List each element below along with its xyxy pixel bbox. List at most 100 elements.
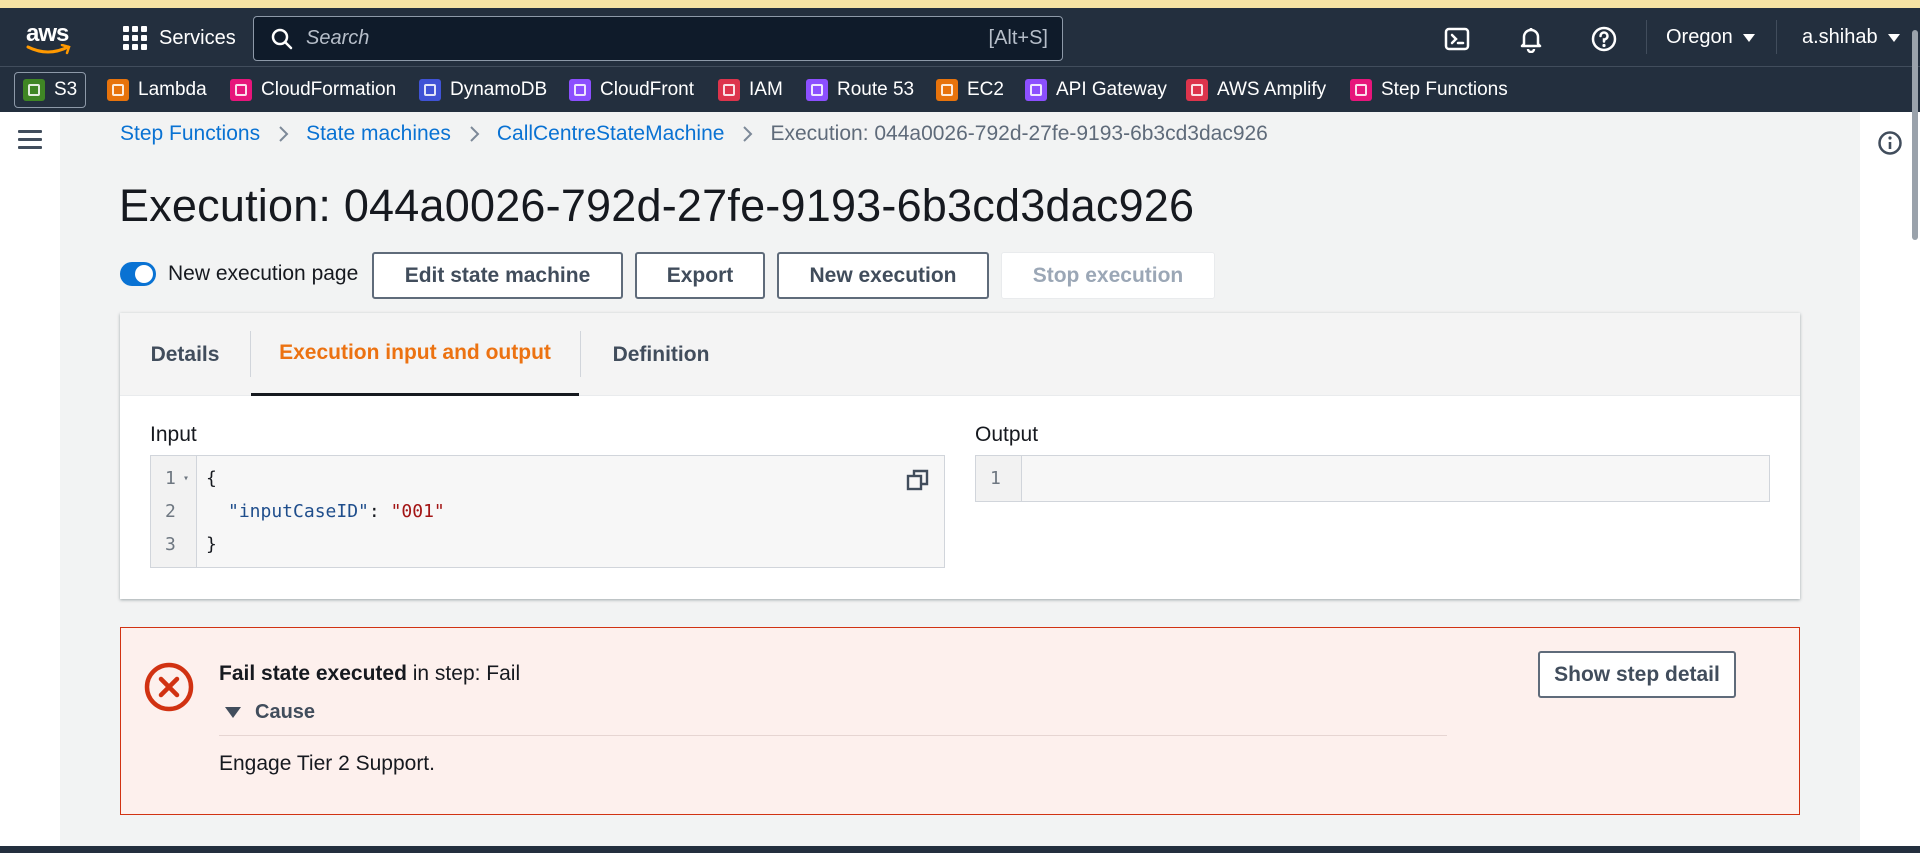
caret-down-icon	[1742, 33, 1755, 42]
tools-panel-rail	[1860, 112, 1920, 853]
services-menu-button[interactable]: Services	[123, 26, 236, 50]
favorites-bar: S3 Lambda CloudFormation DynamoDB CloudF…	[0, 66, 1920, 112]
output-code-editor[interactable]: 1	[975, 455, 1770, 502]
json-key: "inputCaseID"	[228, 501, 369, 522]
step-functions-icon	[1350, 79, 1372, 101]
nav-divider	[1776, 20, 1777, 54]
cause-text: Engage Tier 2 Support.	[219, 752, 435, 775]
stop-execution-button[interactable]: Stop execution	[1001, 252, 1215, 299]
search-box[interactable]: [Alt+S]	[253, 16, 1063, 61]
line-number: 1	[990, 468, 1001, 489]
new-execution-page-toggle-wrapper: New execution page	[120, 262, 358, 286]
amplify-icon	[1186, 79, 1208, 101]
page-scrollbar[interactable]	[1912, 30, 1918, 240]
favorite-ec2[interactable]: EC2	[928, 72, 1012, 108]
s3-icon	[23, 79, 45, 101]
toggle-knob	[135, 265, 153, 283]
favorite-aws-amplify[interactable]: AWS Amplify	[1178, 72, 1334, 108]
favorite-label: CloudFormation	[261, 79, 397, 100]
breadcrumb-state-machine[interactable]: CallCentreStateMachine	[497, 122, 725, 146]
nav-divider	[1646, 20, 1647, 54]
favorite-label: Step Functions	[1381, 79, 1508, 100]
new-execution-button[interactable]: New execution	[777, 252, 989, 299]
top-navigation: aws Services [Alt+S] Oregon	[0, 8, 1920, 66]
help-icon[interactable]	[1590, 25, 1618, 53]
code-line: {	[206, 468, 217, 489]
api-gateway-icon	[1025, 79, 1047, 101]
line-number-gutter: 1 ▾ 2 3	[151, 456, 197, 567]
favorite-s3[interactable]: S3	[14, 72, 87, 108]
caret-down-icon	[1887, 33, 1900, 42]
cause-label: Cause	[255, 701, 316, 723]
execution-tabs-panel: Details Execution input and output Defin…	[120, 313, 1800, 599]
search-shortcut-hint: [Alt+S]	[988, 27, 1048, 49]
json-separator: :	[368, 501, 391, 522]
favorite-label: S3	[54, 79, 78, 100]
alert-heading-bold: Fail state executed	[219, 662, 407, 685]
menu-icon[interactable]	[18, 130, 42, 150]
cause-divider	[219, 735, 1447, 736]
favorite-label: DynamoDB	[450, 79, 548, 100]
code-line: "inputCaseID": "001"	[228, 501, 445, 522]
favorite-cloudfront[interactable]: CloudFront	[561, 72, 702, 108]
search-icon	[271, 28, 293, 49]
favorite-label: API Gateway	[1056, 79, 1167, 100]
caret-down-icon	[225, 707, 241, 718]
lambda-icon	[107, 79, 129, 101]
favorite-step-functions[interactable]: Step Functions	[1342, 72, 1516, 108]
cloudformation-icon	[230, 79, 252, 101]
cause-expander[interactable]: Cause	[225, 701, 315, 724]
output-label: Output	[975, 423, 1039, 446]
fold-caret-icon[interactable]: ▾	[183, 473, 189, 484]
favorite-label: IAM	[749, 79, 783, 100]
edit-state-machine-button[interactable]: Edit state machine	[372, 252, 623, 299]
breadcrumb-state-machines[interactable]: State machines	[306, 122, 451, 146]
json-value: "001"	[390, 501, 445, 522]
breadcrumb-current: Execution: 044a0026-792d-27fe-9193-6b3cd…	[770, 122, 1268, 145]
favorite-label: Lambda	[138, 79, 207, 100]
export-button[interactable]: Export	[635, 252, 765, 299]
show-step-detail-button[interactable]: Show step detail	[1538, 651, 1736, 698]
favorite-cloudformation[interactable]: CloudFormation	[222, 72, 404, 108]
route53-icon	[806, 79, 828, 101]
favorite-label: EC2	[967, 79, 1004, 100]
alert-heading: Fail state executed in step: Fail	[219, 662, 520, 686]
new-execution-page-toggle[interactable]	[120, 262, 156, 286]
services-label: Services	[159, 26, 236, 49]
tab-definition[interactable]: Definition	[581, 313, 741, 396]
favorite-route53[interactable]: Route 53	[798, 72, 922, 108]
line-number-gutter: 1	[976, 456, 1022, 501]
tab-bar: Details Execution input and output Defin…	[120, 313, 1800, 396]
account-username: a.shihab	[1802, 26, 1878, 48]
favorite-label: AWS Amplify	[1217, 79, 1327, 100]
favorite-dynamodb[interactable]: DynamoDB	[411, 72, 555, 108]
tab-details[interactable]: Details	[120, 313, 250, 396]
breadcrumb: Step Functions State machines CallCentre…	[120, 122, 1268, 146]
favorite-lambda[interactable]: Lambda	[99, 72, 215, 108]
copy-icon[interactable]	[906, 468, 930, 492]
favorite-label: CloudFront	[600, 79, 694, 100]
fail-state-alert: Fail state executed in step: Fail Cause …	[120, 627, 1800, 815]
aws-logo[interactable]: aws	[26, 20, 74, 56]
region-selector[interactable]: Oregon	[1666, 26, 1755, 49]
cloudshell-icon[interactable]	[1443, 25, 1471, 53]
info-icon[interactable]	[1877, 130, 1903, 156]
favorite-api-gateway[interactable]: API Gateway	[1017, 72, 1175, 108]
favorite-label: Route 53	[837, 79, 915, 100]
chevron-right-icon	[470, 126, 480, 142]
account-menu[interactable]: a.shihab	[1802, 26, 1900, 49]
page-title: Execution: 044a0026-792d-27fe-9193-6b3cd…	[119, 180, 1195, 231]
footer-bar	[0, 846, 1920, 853]
dynamodb-icon	[419, 79, 441, 101]
breadcrumb-step-functions[interactable]: Step Functions	[120, 122, 260, 146]
notifications-bell-icon[interactable]	[1517, 25, 1545, 53]
top-accent-stripe	[0, 0, 1920, 8]
line-number: 3	[165, 534, 176, 555]
tab-execution-input-output[interactable]: Execution input and output	[251, 313, 579, 396]
search-input[interactable]	[306, 27, 946, 50]
side-navigation-rail	[0, 112, 60, 853]
input-label: Input	[150, 423, 197, 446]
favorite-iam[interactable]: IAM	[710, 72, 791, 108]
toggle-label: New execution page	[168, 262, 359, 285]
input-code-editor[interactable]: 1 ▾ 2 3 { "inputCaseID": "001" }	[150, 455, 945, 568]
